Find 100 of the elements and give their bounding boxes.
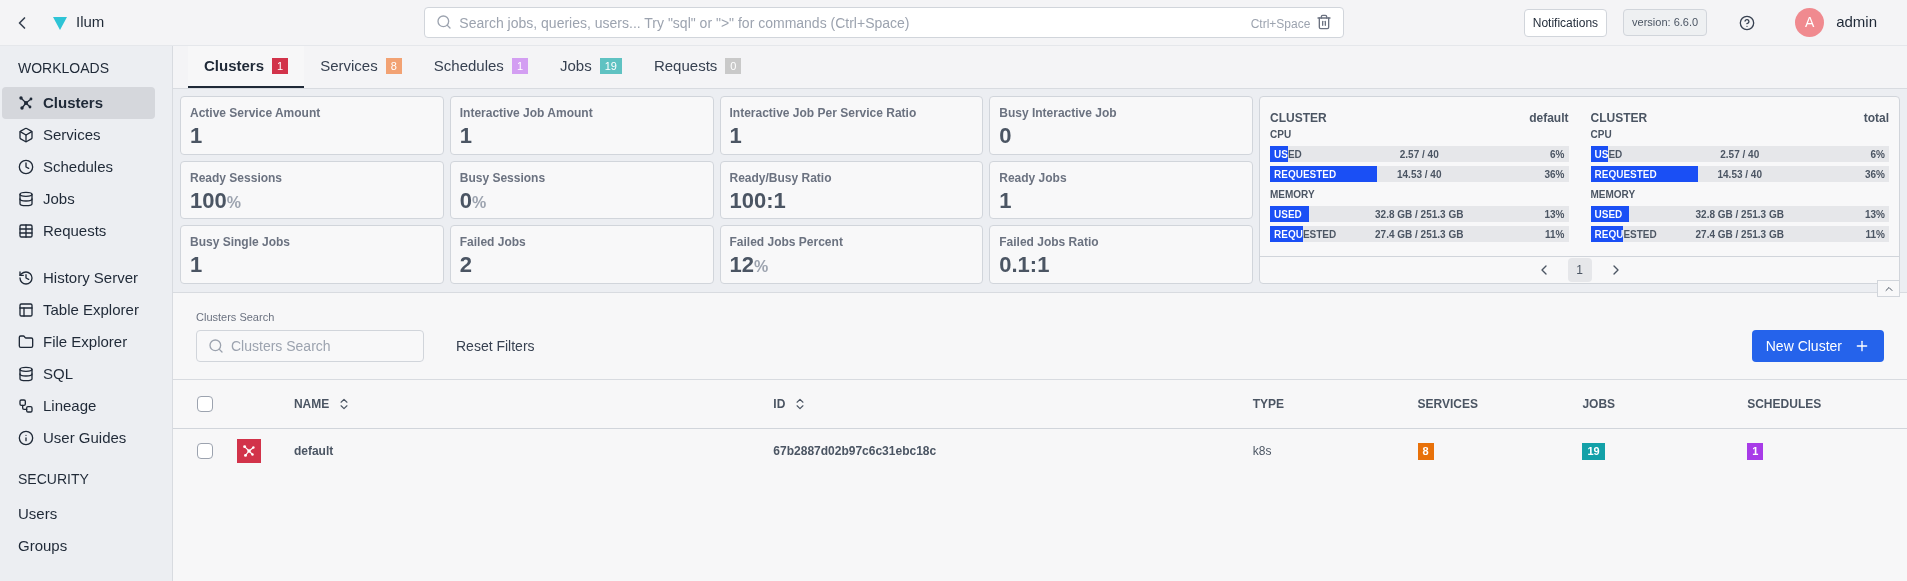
- column-header: SERVICES: [1417, 396, 1480, 413]
- reset-filters-button[interactable]: Reset Filters: [448, 330, 543, 362]
- usage-percent: 13%: [1863, 207, 1885, 222]
- usage-percent: 11%: [1544, 227, 1565, 242]
- new-cluster-button[interactable]: New Cluster: [1751, 330, 1884, 362]
- cluster-name: total: [1863, 110, 1889, 127]
- usage-reading: 27.4 GB / 251.3 GB: [1375, 227, 1464, 242]
- layout-icon: [18, 302, 34, 318]
- usage-reading: 2.57 / 40: [1399, 147, 1439, 162]
- info-icon: [18, 430, 34, 446]
- notifications-button[interactable]: Notifications: [1523, 8, 1608, 37]
- count-badge: 1: [272, 57, 289, 75]
- sidebar-item[interactable]: Groups: [2, 530, 155, 562]
- column-header: SCHEDULES: [1747, 396, 1823, 413]
- select-all-checkbox[interactable]: [197, 396, 213, 412]
- metric-value: 0: [999, 122, 1013, 150]
- column-header[interactable]: NAME: [293, 395, 774, 413]
- usage-percent: 36%: [1543, 167, 1565, 182]
- metric-label: Ready/Busy Ratio: [729, 169, 833, 187]
- page-button[interactable]: 1: [1567, 258, 1592, 282]
- metric-label: Ready Sessions: [190, 169, 284, 187]
- table-cell-text: k8s: [1252, 443, 1273, 460]
- section-heading: WORKLOADS: [17, 59, 110, 78]
- resource-heading: MEMORY: [1590, 188, 1637, 202]
- metric-value: 0%: [459, 186, 488, 215]
- app-name: Ilum: [76, 12, 105, 33]
- usage-percent: 36%: [1863, 167, 1885, 182]
- usage-reading: 14.53 / 40: [1717, 167, 1762, 182]
- count-badge: 1: [1747, 443, 1764, 460]
- usage-reading: 32.8 GB / 251.3 GB: [1695, 207, 1784, 222]
- count-badge: 19: [599, 57, 622, 75]
- metric-value: 1: [190, 251, 204, 279]
- search-label: Clusters Search: [196, 309, 276, 325]
- database-icon: [18, 191, 34, 207]
- shortcut-hint: Ctrl+Space: [1250, 16, 1311, 33]
- metric-label: Active Service Amount: [190, 105, 322, 122]
- metric-value: 100%: [190, 186, 242, 215]
- resource-heading: CPU: [1590, 128, 1613, 142]
- sidebar-item[interactable]: Lineage: [2, 390, 155, 422]
- cluster-heading: CLUSTER: [1270, 110, 1327, 127]
- tab[interactable]: Schedules 1: [417, 46, 544, 88]
- clusters-search-field[interactable]: Clusters Search: [196, 330, 424, 362]
- trash-icon[interactable]: [1316, 14, 1333, 30]
- sidebar-item[interactable]: User Guides: [2, 422, 155, 454]
- metric-value: 1: [459, 122, 473, 150]
- resource-heading: MEMORY: [1270, 188, 1316, 202]
- network-icon: [242, 444, 256, 458]
- metric-label: Failed Jobs Ratio: [999, 234, 1100, 252]
- sidebar-item[interactable]: Requests: [2, 215, 155, 247]
- metric-label: Failed Jobs Percent: [729, 234, 844, 252]
- sidebar-item[interactable]: Schedules: [2, 151, 155, 183]
- count-badge: 19: [1582, 443, 1605, 460]
- metric-label: Interactive Job Amount: [459, 105, 594, 122]
- database-icon: [18, 366, 34, 382]
- sidebar-item[interactable]: Users: [2, 498, 155, 530]
- usage-percent: 6%: [1869, 147, 1885, 162]
- section-heading: SECURITY: [17, 470, 90, 489]
- metric-value: 2: [459, 251, 473, 279]
- row-checkbox[interactable]: [197, 443, 213, 459]
- usage-reading: 2.57 / 40: [1720, 147, 1760, 162]
- usage-reading: 27.4 GB / 251.3 GB: [1695, 227, 1784, 242]
- metric-value: 1: [999, 186, 1013, 215]
- tab[interactable]: Jobs 19: [544, 46, 638, 88]
- search-icon: [436, 14, 453, 30]
- column-header: JOBS: [1582, 396, 1617, 413]
- sidebar-item[interactable]: Services: [2, 119, 155, 151]
- help-icon[interactable]: [1739, 14, 1756, 31]
- usage-percent: 6%: [1549, 147, 1565, 162]
- sidebar-item[interactable]: History Server: [2, 262, 155, 294]
- flow-icon: [18, 398, 34, 414]
- metric-label: Busy Single Jobs: [190, 234, 292, 252]
- cluster-name: default: [1529, 110, 1569, 127]
- cluster-heading: CLUSTER: [1590, 110, 1648, 127]
- resource-heading: CPU: [1270, 128, 1293, 142]
- metric-label: Busy Sessions: [459, 169, 547, 187]
- count-badge: 1: [511, 57, 528, 75]
- tab[interactable]: Services 8: [304, 46, 418, 88]
- metric-value: 1: [190, 122, 204, 150]
- metric-value: 100:1: [729, 186, 787, 215]
- count-badge: 8: [1417, 443, 1434, 460]
- table-row[interactable]: default 67b2887d02b97c6c31ebc18c k8s 8 19 1: [173, 429, 1907, 473]
- count-badge: 8: [385, 57, 402, 75]
- sidebar-item[interactable]: Clusters: [2, 87, 155, 119]
- logo-icon: [52, 14, 68, 31]
- metric-value: 0.1:1: [999, 251, 1051, 279]
- folder-icon: [18, 334, 34, 350]
- search-icon: [208, 338, 224, 354]
- column-header[interactable]: ID: [773, 395, 1253, 413]
- table-icon: [18, 223, 34, 239]
- usage-percent: 13%: [1543, 207, 1565, 222]
- sidebar-item[interactable]: File Explorer: [2, 326, 155, 358]
- clock-icon: [18, 159, 34, 175]
- user-name: admin: [1836, 12, 1877, 33]
- sidebar-item[interactable]: Table Explorer: [2, 294, 155, 326]
- cube-icon: [18, 127, 34, 143]
- metric-label: Interactive Job Per Service Ratio: [729, 105, 918, 122]
- sidebar-item[interactable]: Jobs: [2, 183, 155, 215]
- table-cell-text: 67b2887d02b97c6c31ebc18c: [773, 443, 938, 460]
- history-icon: [18, 270, 34, 286]
- sidebar-item[interactable]: SQL: [2, 358, 155, 390]
